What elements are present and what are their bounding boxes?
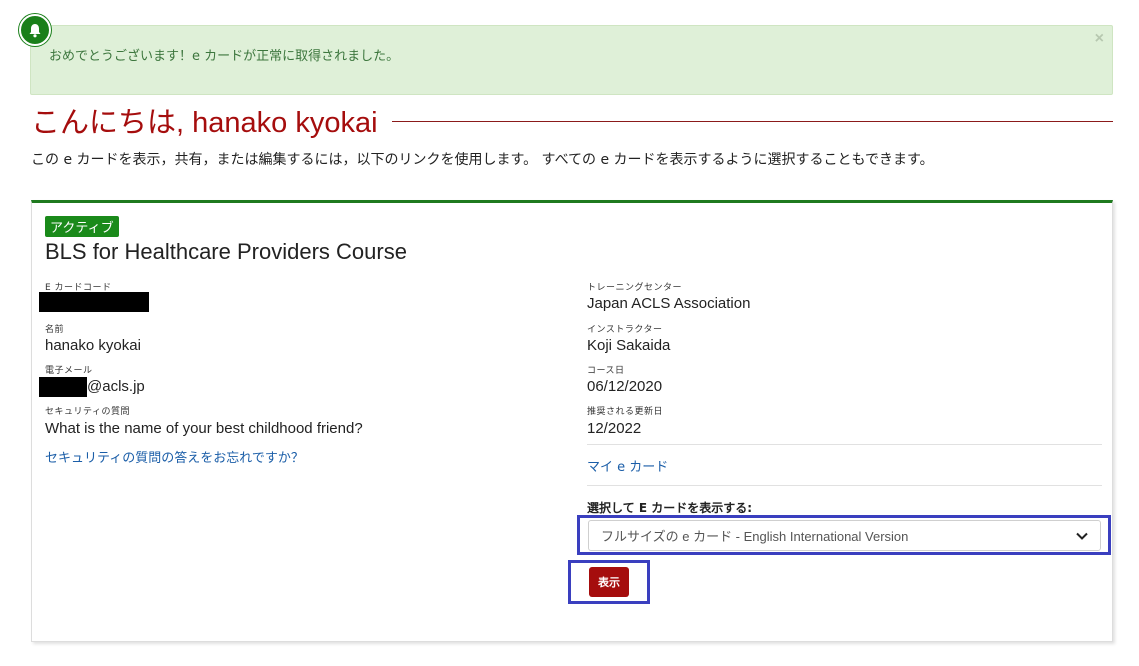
success-alert: おめでとうございます！e カードが正常に取得されました。 × (30, 25, 1113, 95)
chevron-down-icon (1076, 528, 1088, 543)
divider (587, 444, 1102, 445)
ecard-code-value (39, 292, 149, 312)
ecard-panel: アクティブ BLS for Healthcare Providers Cours… (31, 200, 1113, 642)
ecard-view-select[interactable]: フルサイズの e カード - English International Ver… (588, 520, 1101, 551)
course-date-value: 06/12/2020 (587, 378, 663, 395)
close-icon[interactable]: × (1095, 30, 1104, 48)
page-title: こんにちは, hanako kyokai (31, 107, 378, 139)
my-ecards-link[interactable]: マイ e カード (587, 456, 668, 475)
instructor-label: インストラクター (587, 325, 663, 335)
training-center-label: トレーニングセンター (587, 283, 683, 293)
name-value: hanako kyokai (45, 337, 141, 354)
redaction-block (39, 377, 87, 397)
training-center-value: Japan ACLS Association (587, 295, 751, 312)
security-question-value: What is the name of your best childhood … (45, 420, 363, 437)
select-value: フルサイズの e カード - English International Ver… (601, 529, 909, 544)
greeting-header: こんにちは, hanako kyokai (31, 102, 1113, 139)
show-button[interactable]: 表示 (589, 567, 629, 597)
course-date-label: コース日 (587, 366, 625, 376)
email-label: 電子メール (45, 366, 93, 376)
alert-message: おめでとうございます！e カードが正常に取得されました。 (49, 49, 400, 64)
view-select-label: 選択して E カードを表示する: (587, 501, 752, 515)
intro-text: この e カードを表示，共有，または編集するには，以下のリンクを使用します。 す… (31, 152, 934, 168)
renewal-date-label: 推奨される更新日 (587, 407, 664, 417)
status-badge: アクティブ (45, 216, 119, 237)
instructor-value: Koji Sakaida (587, 337, 671, 354)
bell-icon (19, 14, 51, 46)
security-question-label: セキュリティの質問 (45, 407, 130, 417)
redaction-block (39, 292, 149, 312)
email-domain: @acls.jp (87, 377, 145, 395)
title-divider (391, 121, 1113, 122)
name-label: 名前 (45, 325, 65, 335)
course-title: BLS for Healthcare Providers Course (45, 239, 407, 264)
renewal-date-value: 12/2022 (587, 420, 642, 437)
forgot-security-answer-link[interactable]: セキュリティの質問の答えをお忘れですか？ (45, 447, 304, 466)
email-value: @acls.jp (39, 377, 145, 397)
divider (587, 485, 1102, 486)
